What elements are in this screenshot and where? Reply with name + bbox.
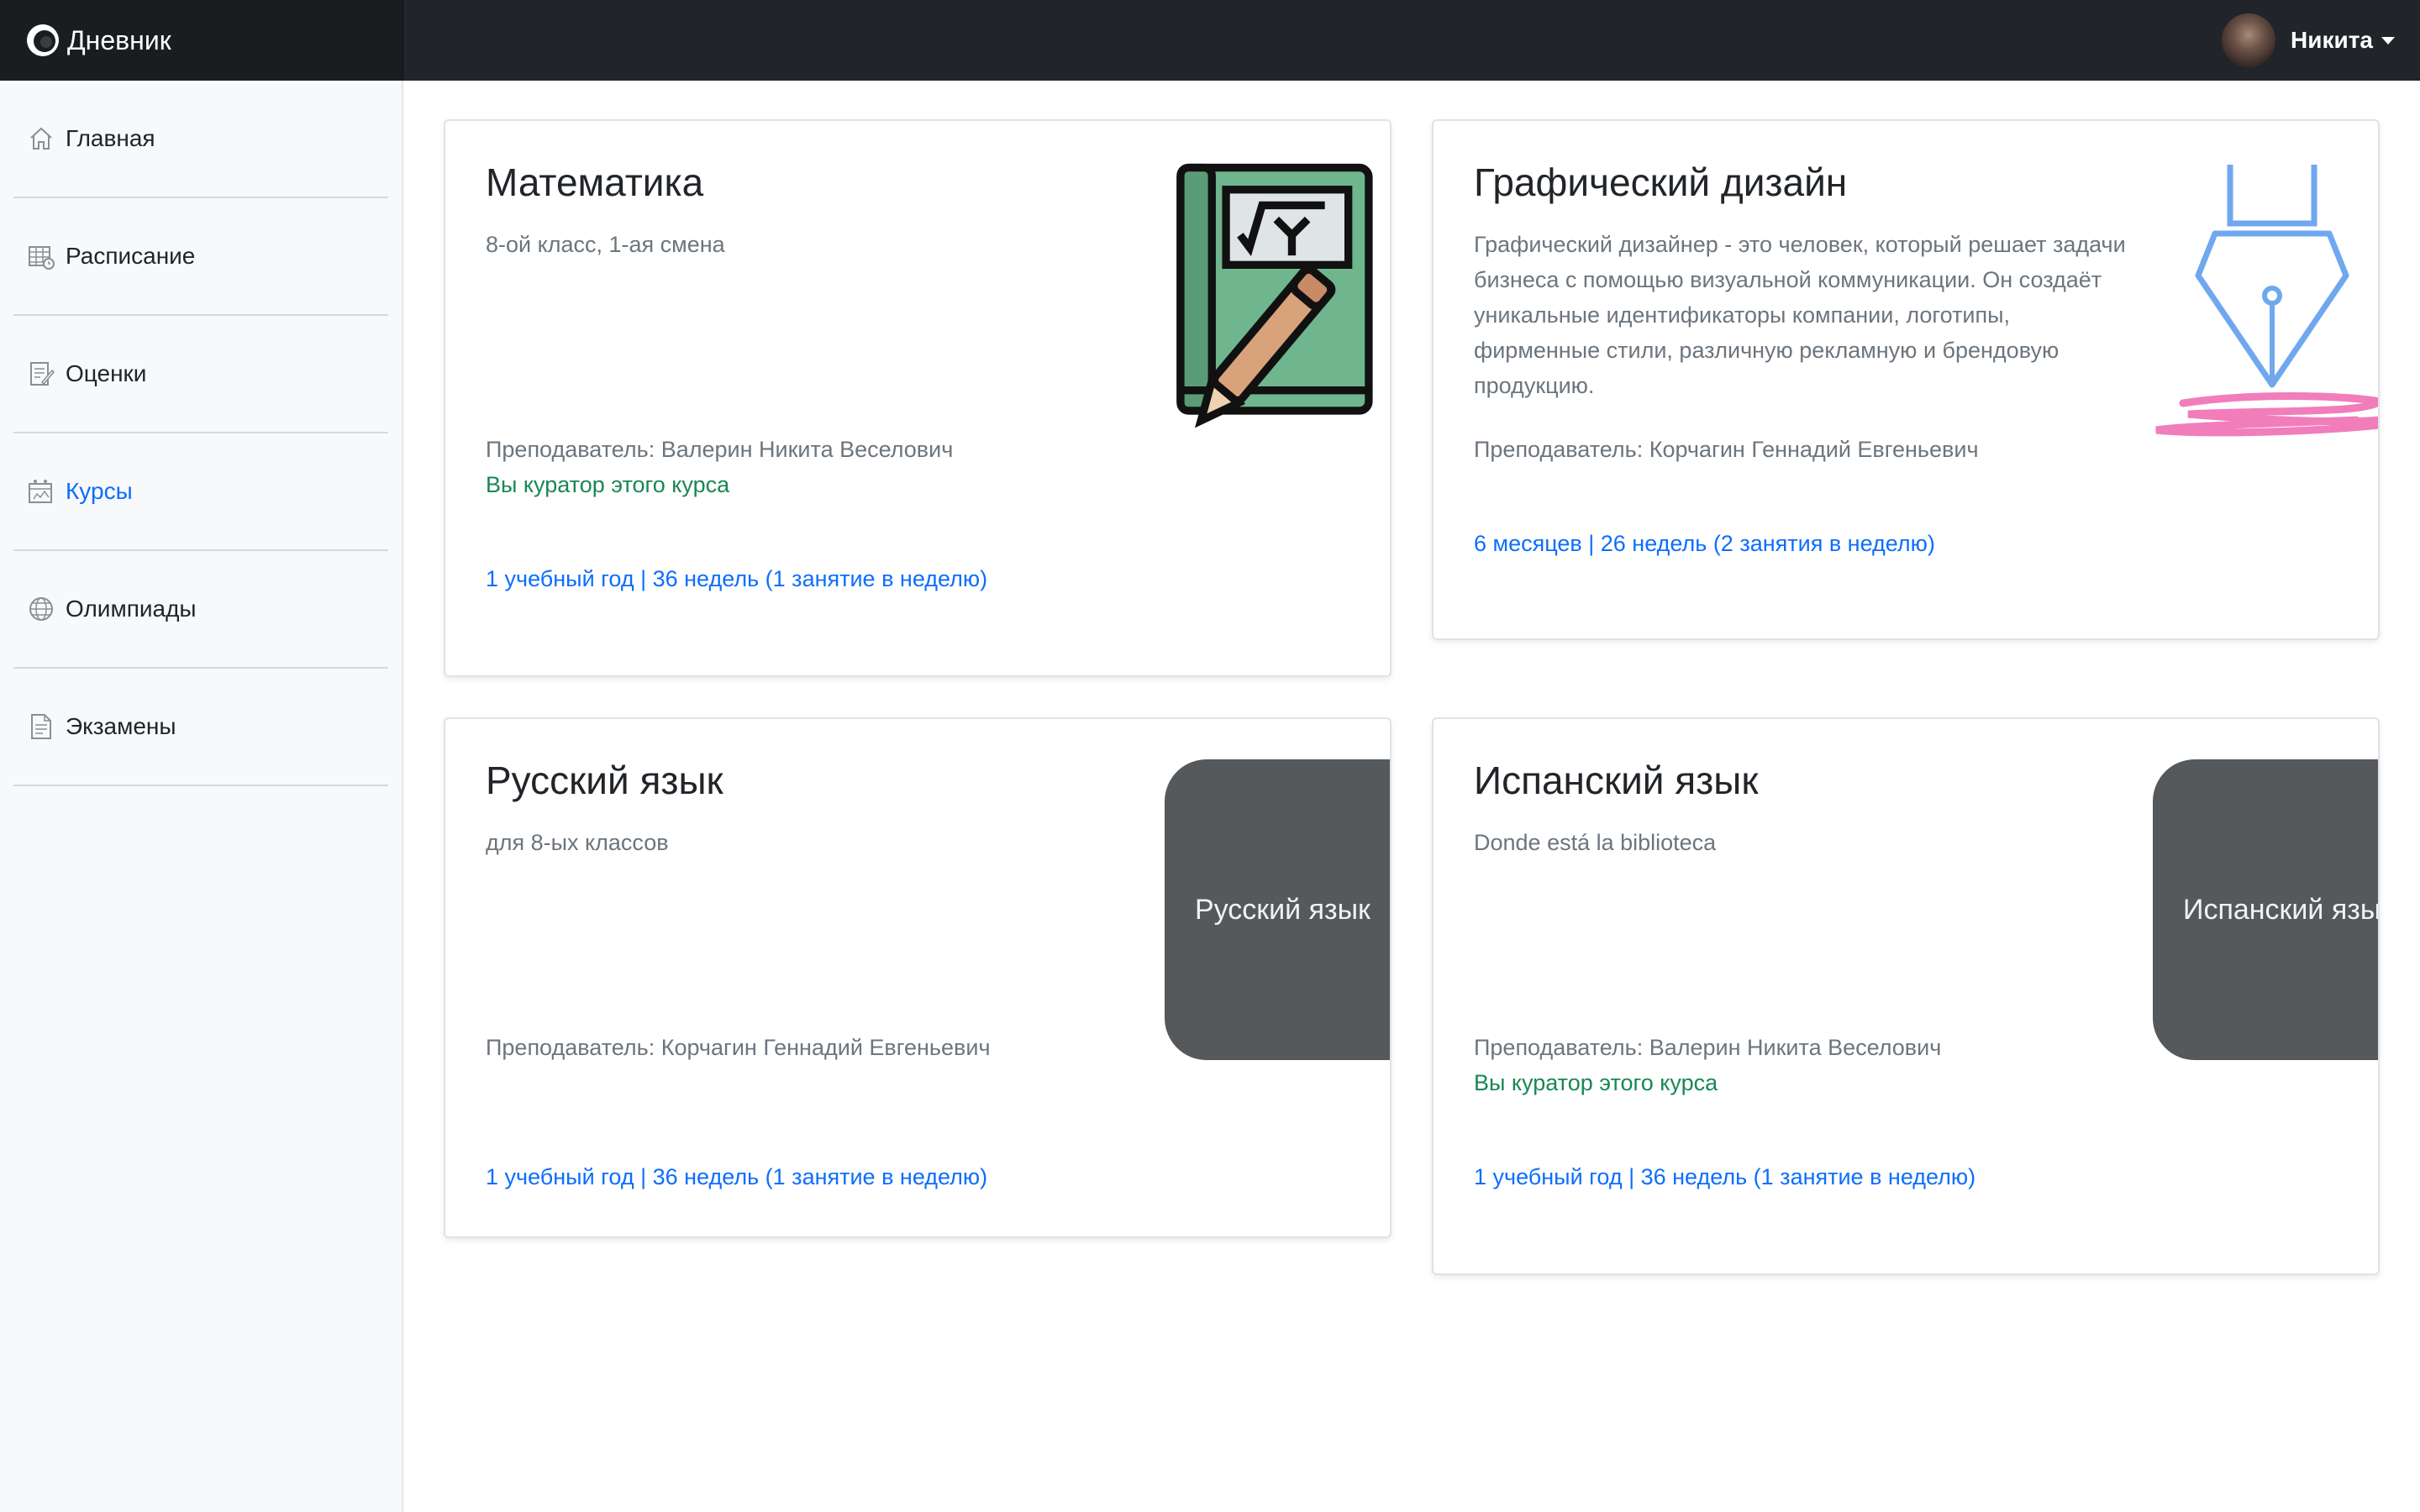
course-title[interactable]: Испанский язык: [1474, 758, 1758, 803]
sidebar-item-exams[interactable]: Экзамены: [13, 669, 388, 786]
course-title[interactable]: Графический дизайн: [1474, 160, 1847, 205]
sidebar-item-label: Экзамены: [66, 713, 176, 739]
course-duration-link[interactable]: 1 учебный год | 36 недель (1 занятие в н…: [1474, 1164, 1975, 1190]
curator-note: Вы куратор этого курса: [486, 472, 730, 497]
chevron-down-icon[interactable]: [2381, 36, 2395, 45]
course-card-graphic-design[interactable]: Графический дизайн Графический дизайнер …: [1432, 119, 2380, 640]
home-icon: [30, 127, 52, 150]
course-duration-link[interactable]: 1 учебный год | 36 недель (1 занятие в н…: [486, 1164, 987, 1190]
sidebar-item-schedule[interactable]: Расписание: [13, 198, 388, 316]
course-subtitle: 8-ой класс, 1-ая смена: [486, 232, 725, 257]
main-content: Математика 8-ой класс, 1-ая смена Препод…: [403, 81, 2420, 1512]
sidebar-item-courses[interactable]: Курсы: [13, 433, 388, 551]
course-teacher: Преподаватель: Корчагин Геннадий Евгенье…: [486, 1035, 991, 1060]
course-image-placeholder: Русский язык: [1165, 759, 1390, 1060]
course-teacher: Преподаватель: Валерин Никита Веселович: [486, 437, 954, 462]
pen-nib-icon: [2155, 165, 2378, 437]
course-teacher: Преподаватель: Валерин Никита Веселович: [1474, 1035, 1942, 1060]
document-icon: [31, 714, 51, 739]
course-title[interactable]: Русский язык: [486, 758, 723, 803]
globe-icon: [29, 597, 53, 621]
placeholder-text: Русский язык: [1195, 893, 1370, 926]
user-name[interactable]: Никита: [2291, 27, 2373, 54]
top-navbar: Дневник Никита: [0, 0, 2420, 81]
course-card-spanish[interactable]: Испанский язык Donde está la biblioteca …: [1432, 717, 2380, 1275]
course-subtitle: Donde está la biblioteca: [1474, 830, 1717, 855]
sidebar: Главная Расписание Оценки Курсы Олимпиад…: [0, 81, 403, 1512]
sidebar-item-grades[interactable]: Оценки: [13, 316, 388, 433]
course-duration-link[interactable]: 6 месяцев | 26 недель (2 занятия в недел…: [1474, 531, 1935, 557]
avatar[interactable]: [2222, 13, 2276, 67]
logo-icon: [27, 24, 59, 56]
course-image-placeholder: Испанский язык: [2153, 759, 2380, 1060]
course-teacher: Преподаватель: Корчагин Геннадий Евгенье…: [1474, 437, 1979, 462]
sidebar-item-label: Расписание: [66, 243, 196, 269]
user-menu[interactable]: Никита: [2222, 0, 2395, 81]
brand-link[interactable]: Дневник: [0, 0, 403, 81]
calendar-icon: [29, 246, 55, 270]
sidebar-item-label: Курсы: [66, 478, 133, 504]
course-title[interactable]: Математика: [486, 160, 703, 205]
math-notebook-icon: [1176, 163, 1373, 428]
sidebar-item-label: Оценки: [66, 360, 147, 386]
course-card-russian[interactable]: Русский язык для 8-ых классов Преподават…: [444, 717, 1392, 1238]
sidebar-item-label: Главная: [66, 125, 155, 151]
sidebar-item-home[interactable]: Главная: [13, 81, 388, 198]
sidebar-item-label: Олимпиады: [66, 596, 197, 622]
course-description: Графический дизайнер - это человек, кото…: [1474, 232, 2126, 398]
grades-icon: [30, 362, 55, 386]
placeholder-text: Испанский язык: [2183, 893, 2380, 926]
brand-name: Дневник: [67, 24, 171, 55]
courses-icon: [29, 480, 52, 503]
sidebar-item-olympiads[interactable]: Олимпиады: [13, 551, 388, 669]
course-card-math[interactable]: Математика 8-ой класс, 1-ая смена Препод…: [444, 119, 1392, 677]
course-subtitle: для 8-ых классов: [486, 830, 669, 855]
course-duration-link[interactable]: 1 учебный год | 36 недель (1 занятие в н…: [486, 566, 987, 592]
curator-note: Вы куратор этого курса: [1474, 1070, 1718, 1095]
